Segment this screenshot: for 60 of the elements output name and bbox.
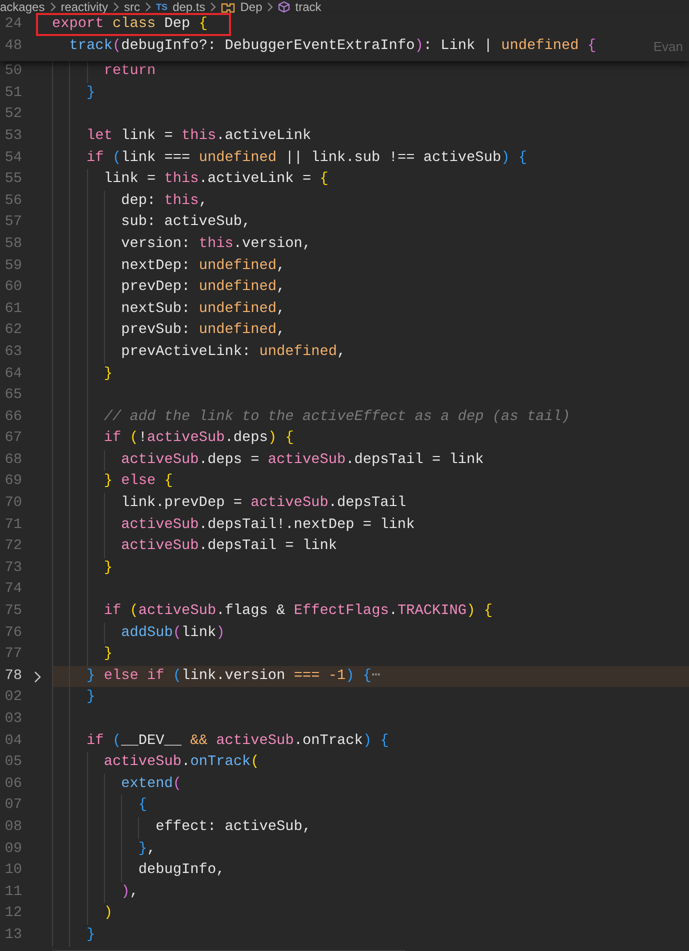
- line-number: 04: [4, 732, 22, 751]
- line-number: 24: [4, 15, 22, 34]
- chevron-right-icon: [113, 2, 120, 12]
- line-number: 75: [4, 602, 22, 622]
- code-line: track(debugInfo?: DebuggerEventExtraInfo): Link | undefined {: [68, 36, 596, 56]
- line-number: 56: [4, 192, 22, 211]
- chevron-right-icon: [50, 2, 56, 12]
- line-number: 55: [4, 170, 22, 190]
- chevron-right-icon: [267, 2, 274, 12]
- class-icon: [221, 1, 236, 13]
- line-number: 07: [4, 796, 22, 816]
- line-number: 65: [4, 386, 22, 406]
- line-number: 51: [4, 84, 22, 103]
- line-number: 78: [4, 666, 22, 686]
- line-number: 52: [4, 105, 22, 124]
- line-number: 72: [4, 537, 22, 556]
- line-number: 57: [4, 213, 22, 232]
- line-number: 58: [4, 234, 22, 254]
- line-number: 67: [4, 429, 22, 448]
- line-number: 63: [4, 342, 22, 362]
- line-number: 50: [4, 62, 22, 82]
- chevron-right-icon: [210, 2, 216, 12]
- line-number: 48: [4, 36, 22, 56]
- file-type-label: TS: [156, 1, 168, 14]
- line-number: 64: [4, 364, 22, 384]
- line-number: 70: [4, 494, 22, 514]
- code-line: export class Dep {: [52, 15, 208, 34]
- line-number: 59: [4, 256, 22, 276]
- line-number: 05: [4, 753, 22, 772]
- line-number: 06: [4, 774, 22, 794]
- line-number: 61: [4, 300, 22, 319]
- line-number: 11: [4, 882, 22, 902]
- line-number: 09: [4, 840, 22, 859]
- chevron-right-icon: [145, 2, 152, 12]
- breadcrumb-item[interactable]: track: [295, 0, 322, 14]
- line-number: 74: [4, 580, 22, 600]
- line-number: 69: [4, 472, 22, 492]
- chevron-right-icon[interactable]: [34, 670, 40, 683]
- line-number: 66: [4, 408, 22, 427]
- breadcrumb-item[interactable]: src: [124, 0, 140, 14]
- line-number: 12: [4, 904, 22, 924]
- cube-icon: [278, 1, 290, 13]
- line-number: 03: [4, 710, 22, 729]
- line-number: 13: [4, 926, 22, 945]
- line-number: 77: [4, 645, 22, 664]
- line-number: 02: [4, 688, 22, 708]
- line-number: 71: [4, 516, 22, 535]
- line-number: 73: [4, 558, 22, 578]
- line-number: 53: [4, 126, 22, 146]
- line-number: 10: [4, 861, 22, 880]
- breadcrumb-item[interactable]: reactivity: [60, 0, 108, 14]
- breadcrumb-item[interactable]: Dep: [240, 0, 262, 14]
- line-number: 54: [4, 148, 22, 168]
- breadcrumb-item[interactable]: ackages: [0, 0, 45, 14]
- line-number: 76: [4, 624, 22, 643]
- line-number: 62: [4, 321, 22, 340]
- line-number: 60: [4, 278, 22, 298]
- line-number: 68: [4, 450, 22, 470]
- line-number: 08: [4, 818, 22, 837]
- breadcrumb-item[interactable]: dep.ts: [172, 0, 206, 14]
